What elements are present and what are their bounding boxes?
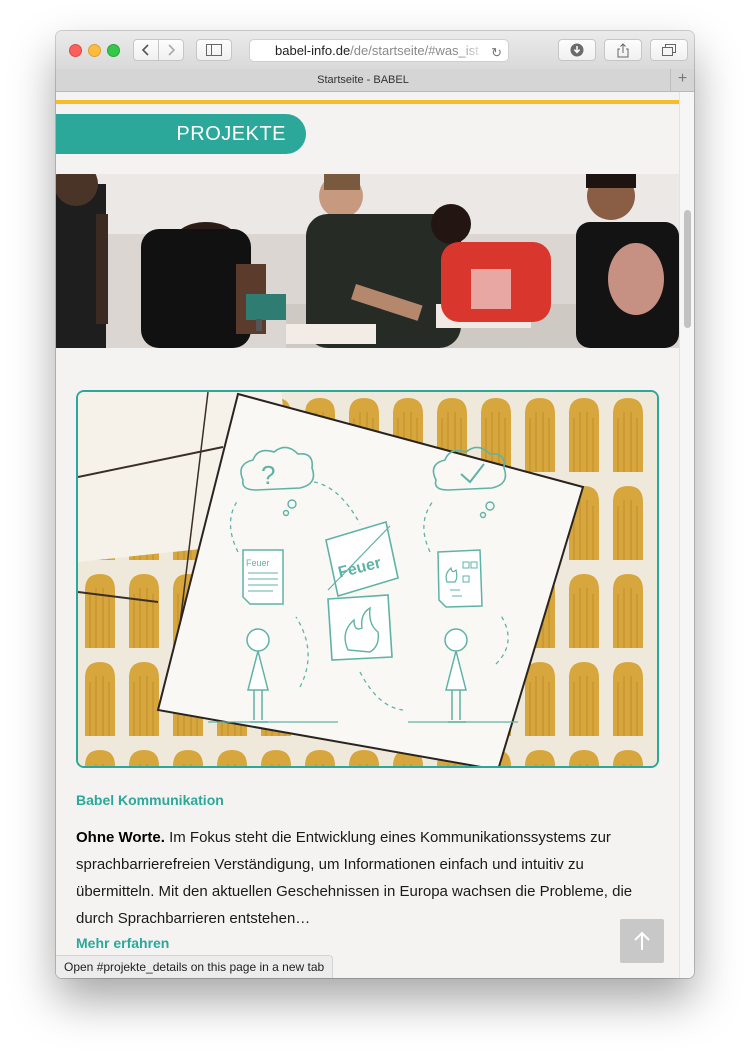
browser-toolbar: babel-info.de/de/startseite/#was_ist ↻ [56, 31, 694, 70]
section-title: PROJEKTE [56, 114, 306, 154]
downloads-button[interactable] [558, 39, 596, 61]
back-button[interactable] [133, 39, 159, 61]
sidebar-icon [206, 44, 222, 56]
project-title[interactable]: Babel Kommunikation [76, 792, 224, 808]
sidebar-button[interactable] [196, 39, 232, 61]
arrow-up-icon [634, 931, 650, 950]
new-tab-button[interactable]: + [670, 69, 694, 91]
workshop-photo [56, 174, 679, 348]
tab-startseite[interactable]: Startseite - BABEL [56, 69, 670, 91]
url-domain: babel-info.de [275, 43, 351, 58]
forward-button[interactable] [158, 39, 184, 61]
read-more-link[interactable]: Mehr erfahren [76, 935, 169, 951]
tabs-overview-button[interactable] [650, 39, 688, 61]
project-lead: Ohne Worte. [76, 829, 165, 846]
page-content: PROJEKTE ? Feuer Feuer Babel Kommunikati… [56, 92, 679, 978]
reload-icon[interactable]: ↻ [491, 42, 502, 61]
address-bar[interactable]: babel-info.de/de/startseite/#was_ist ↻ [249, 39, 509, 62]
chevron-left-icon [141, 44, 149, 56]
chevron-right-icon [168, 44, 176, 56]
zoom-window-button[interactable] [107, 44, 120, 57]
vertical-scrollbar[interactable] [679, 92, 694, 978]
status-bar: Open #projekte_details on this page in a… [56, 955, 334, 978]
share-button[interactable] [604, 39, 642, 61]
download-icon [570, 43, 584, 57]
yellow-divider [56, 100, 679, 104]
minimize-window-button[interactable] [88, 44, 101, 57]
project-description: Ohne Worte. Im Fokus steht die Entwicklu… [76, 824, 641, 932]
communication-illustration: ? Feuer Feuer [78, 392, 657, 766]
doc-label: Feuer [246, 558, 270, 568]
share-icon [617, 42, 629, 57]
scroll-to-top-button[interactable] [620, 919, 664, 963]
scrollbar-thumb[interactable] [684, 210, 691, 328]
project-image-card[interactable]: ? Feuer Feuer [76, 390, 659, 768]
browser-window: babel-info.de/de/startseite/#was_ist ↻ S… [56, 31, 694, 978]
question-mark: ? [261, 460, 275, 490]
tab-bar: Startseite - BABEL + [56, 69, 694, 92]
tabs-icon [662, 43, 676, 56]
close-window-button[interactable] [69, 44, 82, 57]
